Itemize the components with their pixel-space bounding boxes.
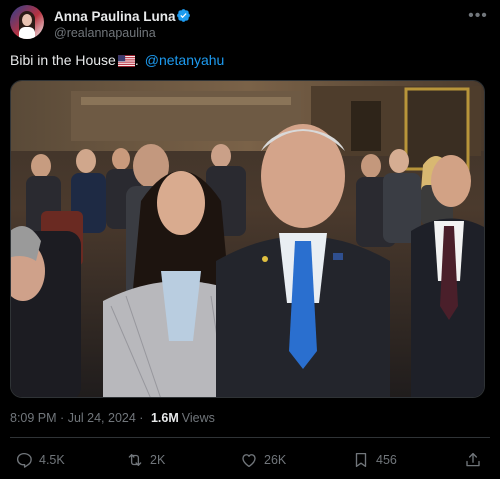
bookmark-count: 456 — [376, 453, 397, 467]
views-count: 1.6M — [150, 411, 179, 425]
tweet-time[interactable]: 8:09 PM — [10, 411, 57, 425]
share-icon — [466, 452, 480, 467]
tweet-meta: 8:09 PM · Jul 24, 2024 · 1.6M Views — [10, 411, 215, 425]
author-handle[interactable]: @realannapaulina — [54, 26, 156, 40]
us-flag-icon — [117, 55, 135, 67]
tweet-text-suffix: . — [134, 52, 139, 68]
tweet-body: Bibi in the House — [10, 52, 116, 68]
repost-count: 2K — [150, 453, 166, 467]
tweet-text: Bibi in the House . @netanyahu — [10, 52, 224, 68]
tweet-date[interactable]: Jul 24, 2024 — [68, 411, 136, 425]
reply-count: 4.5K — [39, 453, 65, 467]
like-count: 26K — [264, 453, 287, 467]
tweet-photo[interactable] — [10, 80, 485, 398]
reply-icon — [16, 452, 32, 468]
author-name[interactable]: Anna Paulina Luna — [54, 9, 176, 24]
views-label: Views — [181, 411, 215, 425]
author-avatar[interactable] — [10, 5, 44, 39]
heart-icon — [242, 454, 256, 468]
meta-separator: · — [139, 411, 144, 425]
bookmark-icon — [355, 452, 367, 468]
action-bar: 4.5K 2K 26K 456 — [10, 449, 490, 471]
meta-separator: · — [60, 411, 65, 425]
reply-button[interactable]: 4.5K — [15, 449, 65, 471]
bookmark-button[interactable]: 456 — [352, 449, 397, 471]
verified-badge-icon — [177, 9, 190, 22]
repost-icon — [128, 454, 142, 466]
like-button[interactable]: 26K — [240, 449, 286, 471]
repost-button[interactable]: 2K — [126, 449, 165, 471]
divider — [10, 437, 490, 438]
tweet-header: Anna Paulina Luna @realannapaulina ••• — [10, 5, 490, 41]
more-options-icon[interactable]: ••• — [466, 7, 490, 27]
mention-link[interactable]: @netanyahu — [145, 52, 225, 68]
share-button[interactable] — [464, 449, 488, 471]
